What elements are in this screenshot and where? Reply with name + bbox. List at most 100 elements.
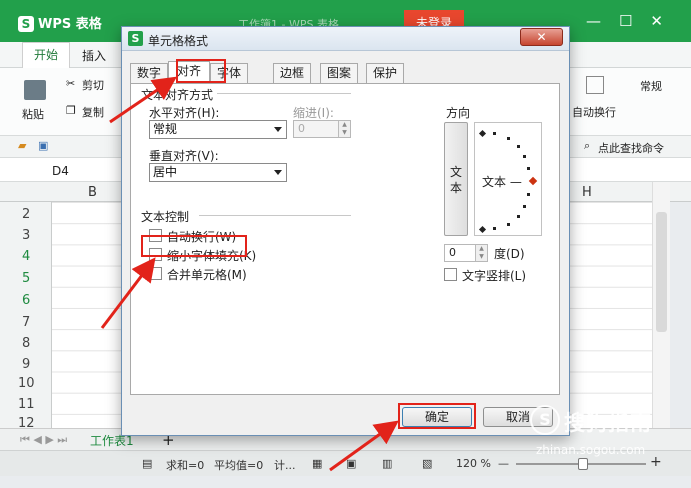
zoom-out-button[interactable]: — [498, 457, 509, 470]
find-command-input[interactable]: 点此查找命令 [598, 140, 664, 156]
status-sum: 求和=0 [166, 459, 205, 472]
wps-dialog-icon: S [128, 31, 143, 46]
vertical-scrollbar[interactable] [652, 182, 670, 428]
dial-text: 文本 — [482, 175, 522, 189]
dialog-close-button[interactable]: ✕ [520, 28, 563, 46]
vertical-align-value: 居中 [153, 165, 178, 179]
row-6[interactable]: 6 [22, 293, 30, 308]
row-2[interactable]: 2 [22, 207, 30, 222]
tab-border[interactable]: 边框 [273, 63, 311, 83]
row-7[interactable]: 7 [22, 315, 30, 330]
row-4[interactable]: 4 [22, 249, 30, 264]
name-box[interactable]: D4 [52, 164, 69, 178]
vertical-text-button[interactable]: 文 本 [444, 122, 468, 236]
page-break-icon[interactable]: ▥ [382, 457, 392, 470]
tab-insert[interactable]: 插入 [82, 47, 106, 64]
dial-marker [478, 129, 487, 138]
search-icon[interactable]: ⌕ [584, 139, 590, 153]
dial-marker [493, 227, 496, 230]
number-format-normal[interactable]: 常规 [640, 78, 662, 94]
chevron-down-icon [274, 170, 282, 175]
vertical-align-select[interactable]: 居中 [149, 163, 287, 182]
row-11[interactable]: 11 [18, 397, 35, 412]
dialog-title-bar[interactable]: S 单元格格式 ✕ [122, 27, 569, 51]
dial-pointer-icon[interactable] [528, 176, 538, 186]
vertical-align-label: 垂直对齐(V): [149, 149, 219, 163]
orientation-group: 方向 文 本 文本 — 0 ▲ ▼ 度(D) 文字竖排(L) [442, 102, 550, 283]
row-header: 2 3 4 5 6 7 8 9 10 11 12 [0, 202, 52, 431]
column-h[interactable]: H [582, 185, 592, 200]
wrap-icon[interactable] [586, 76, 604, 94]
degree-value: 0 [449, 246, 456, 259]
dial-marker [517, 145, 520, 148]
tab-number[interactable]: 数字 [130, 63, 168, 83]
window-controls[interactable]: —☐✕ [586, 12, 681, 30]
dial-marker [507, 223, 510, 226]
status-count: 计... [274, 459, 296, 472]
close-icon[interactable]: ✕ [650, 12, 681, 30]
watermark: S 搜狗指南 zhinan.sogou.com [530, 405, 680, 465]
copy-icon[interactable]: ❐ [66, 104, 76, 117]
status-average: 平均值=0 [214, 459, 264, 472]
text-control-heading: 文本控制 [141, 208, 194, 225]
dialog-title: 单元格格式 [148, 34, 209, 48]
zoom-level[interactable]: 120 % [456, 457, 491, 470]
dial-marker [523, 205, 526, 208]
vertical-text-char-2: 本 [450, 181, 463, 195]
tab-home[interactable]: 开始 [22, 42, 70, 68]
row-10[interactable]: 10 [18, 376, 35, 391]
scissors-icon[interactable]: ✂ [66, 77, 75, 90]
highlight-ok-button [398, 403, 476, 429]
vertical-text-char-1: 文 [450, 165, 463, 179]
row-9[interactable]: 9 [22, 357, 30, 372]
scrollbar-thumb[interactable] [656, 212, 667, 332]
minimize-icon[interactable]: — [586, 12, 619, 30]
normal-view-icon[interactable]: ▦ [312, 457, 322, 470]
app-name: WPS 表格 [38, 17, 102, 32]
row-3[interactable]: 3 [22, 228, 30, 243]
page-layout-icon[interactable]: ▣ [346, 457, 356, 470]
reading-mode-icon[interactable]: ▧ [422, 457, 432, 470]
horizontal-align-label: 水平对齐(H): [149, 106, 220, 120]
highlight-merge-cells [141, 235, 247, 257]
chevron-down-icon [274, 127, 282, 132]
orientation-heading: 方向 [446, 106, 471, 120]
stepper-arrows-icon[interactable]: ▲ ▼ [475, 245, 487, 261]
stepper-arrows-icon[interactable]: ▲ ▼ [338, 121, 350, 137]
merge-cells-checkbox[interactable] [149, 267, 162, 280]
sheet-nav-icon[interactable]: ⏮ ◀ ▶ ⏭ [20, 433, 67, 447]
maximize-icon[interactable]: ☐ [619, 12, 650, 30]
indent-stepper[interactable]: 0 ▲ ▼ [293, 120, 351, 138]
paste-button[interactable]: 粘贴 [22, 106, 44, 122]
horizontal-align-value: 常规 [153, 122, 178, 136]
column-b[interactable]: B [88, 185, 97, 200]
row-5[interactable]: 5 [22, 271, 30, 286]
cut-button[interactable]: 剪切 [82, 77, 104, 93]
tab-protection[interactable]: 保护 [366, 63, 404, 83]
vertical-stack-checkbox[interactable] [444, 268, 457, 281]
save-icon[interactable]: ▣ [38, 139, 48, 152]
sogou-logo-icon: S [530, 405, 560, 435]
degree-label: 度(D) [494, 247, 525, 261]
dial-marker [478, 225, 487, 234]
dial-marker [527, 193, 530, 196]
paste-icon[interactable] [24, 80, 46, 100]
watermark-url: zhinan.sogou.com [536, 443, 646, 457]
dial-marker [527, 167, 530, 170]
tab-pattern[interactable]: 图案 [320, 63, 358, 83]
degree-stepper[interactable]: 0 ▲ ▼ [444, 244, 488, 262]
indent-value: 0 [298, 122, 305, 135]
open-icon[interactable]: ▰ [18, 139, 26, 152]
text-alignment-heading: 文本对齐方式 [141, 86, 218, 103]
row-8[interactable]: 8 [22, 336, 30, 351]
app-logo[interactable]: S WPS 表格 [18, 13, 102, 32]
horizontal-align-select[interactable]: 常规 [149, 120, 287, 139]
merge-cells-label[interactable]: 合并单元格(M) [167, 266, 247, 283]
dial-marker [523, 155, 526, 158]
highlight-alignment-tab [176, 59, 226, 83]
wrap-text-button[interactable]: 自动换行 [572, 104, 616, 120]
wps-logo-icon: S [18, 16, 34, 32]
orientation-dial[interactable]: 文本 — [474, 122, 542, 236]
vertical-stack-label[interactable]: 文字竖排(L) [462, 267, 526, 284]
copy-button[interactable]: 复制 [82, 104, 104, 120]
